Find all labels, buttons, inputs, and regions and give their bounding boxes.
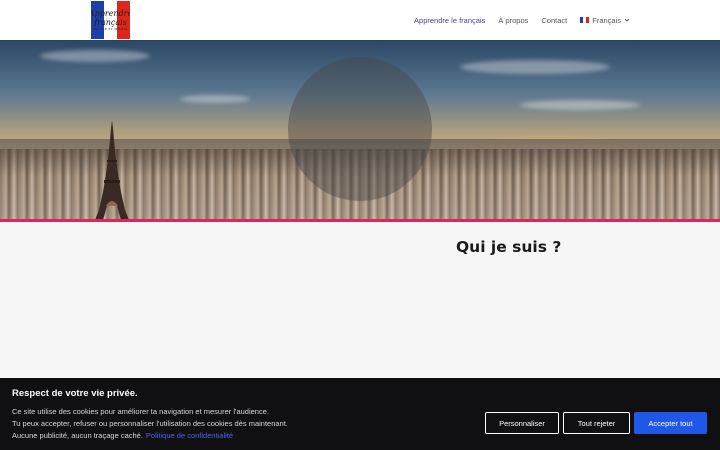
- hero-cloud: [180, 95, 250, 103]
- hero-circle-overlay: [288, 57, 432, 201]
- cookie-text-line-3: Aucune publicité, aucun traçage caché. Po…: [12, 431, 233, 440]
- hero-cloud: [460, 60, 610, 74]
- cookie-text-line-1: Ce site utilise des cookies pour amélior…: [12, 407, 269, 416]
- nav-contact[interactable]: Contact: [541, 16, 567, 25]
- site-header: Apprendre français FACILE ET MOINS Appre…: [0, 0, 720, 40]
- hero-accent-bar: [0, 219, 720, 222]
- logo-text: Apprendre français FACILE ET MOINS: [91, 1, 130, 39]
- hero-cloud: [520, 100, 640, 110]
- section-title: Qui je suis ?: [456, 238, 562, 256]
- reject-all-cookies-button[interactable]: Tout rejeter: [563, 412, 630, 434]
- cookie-consent-banner: Respect de votre vie privée. Ce site uti…: [0, 378, 720, 450]
- hero-banner-paris: [0, 40, 720, 219]
- site-logo[interactable]: Apprendre français FACILE ET MOINS: [91, 1, 130, 39]
- logo-line-1: Apprendre: [91, 9, 130, 18]
- logo-line-2: français: [94, 18, 127, 27]
- customize-cookies-button[interactable]: Personnaliser: [485, 412, 559, 434]
- main-nav: Apprendre le français À propos Contact F…: [414, 0, 630, 40]
- french-flag-icon: [580, 17, 590, 23]
- hero-cloud: [40, 50, 150, 62]
- language-switcher[interactable]: Français: [580, 16, 630, 25]
- nav-about[interactable]: À propos: [498, 16, 528, 25]
- cookie-text-line-3-label: Aucune publicité, aucun traçage caché.: [12, 431, 143, 440]
- language-label: Français: [592, 15, 621, 25]
- privacy-policy-link[interactable]: Politique de confidentialité: [146, 431, 233, 440]
- cookie-text-line-2: Tu peux accepter, refuser ou personnalis…: [12, 419, 288, 428]
- nav-learn-french[interactable]: Apprendre le français: [414, 16, 485, 25]
- accept-all-cookies-button[interactable]: Accepter tout: [634, 412, 707, 434]
- cookie-title: Respect de votre vie privée.: [12, 388, 138, 399]
- logo-line-3: FACILE ET MOINS: [93, 27, 128, 31]
- eiffel-tower-icon: [95, 120, 129, 219]
- chevron-down-icon: [624, 18, 630, 22]
